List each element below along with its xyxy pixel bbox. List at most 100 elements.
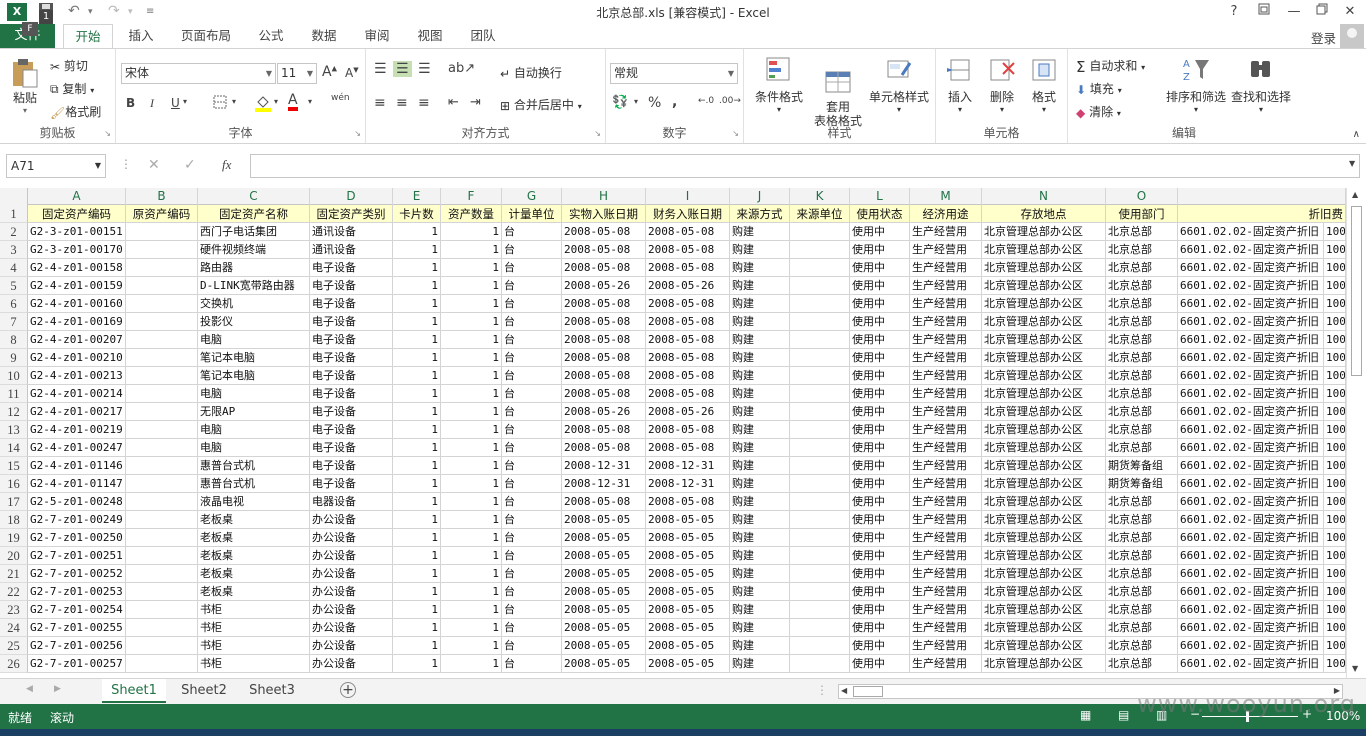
table-cell[interactable]: 生产经营用 [910,349,982,367]
grow-font-icon[interactable]: A▲ [322,64,337,80]
column-title-cell[interactable]: 来源方式 [730,205,790,223]
table-cell[interactable]: 1 [393,493,441,511]
table-cell[interactable]: 电子设备 [310,385,393,403]
table-cell[interactable] [790,259,850,277]
table-cell[interactable]: 1 [441,601,502,619]
table-cell[interactable]: 北京管理总部办公区 [982,367,1106,385]
table-cell[interactable]: 100. [1324,583,1346,601]
table-cell[interactable]: 台 [502,349,562,367]
table-cell[interactable]: 北京管理总部办公区 [982,547,1106,565]
table-cell[interactable]: 6601.02.02-固定资产折旧 [1178,601,1324,619]
table-cell[interactable]: 生产经营用 [910,385,982,403]
row-header-6[interactable]: 6 [0,295,28,313]
table-cell[interactable] [790,583,850,601]
table-cell[interactable] [126,223,198,241]
column-header-K[interactable]: K [790,188,850,205]
table-cell[interactable]: 生产经营用 [910,277,982,295]
table-cell[interactable]: 生产经营用 [910,655,982,673]
table-cell[interactable]: 台 [502,529,562,547]
table-cell[interactable]: 期货筹备组 [1106,475,1178,493]
find-select-button[interactable]: 查找和选择 ▾ [1228,55,1294,114]
orientation-icon[interactable]: ab↗ [448,61,475,76]
table-cell[interactable]: 1 [393,457,441,475]
table-cell[interactable]: 生产经营用 [910,421,982,439]
table-cell[interactable]: 使用中 [850,295,910,313]
table-cell[interactable]: 交换机 [198,295,310,313]
table-cell[interactable] [126,457,198,475]
table-cell[interactable]: 购建 [730,349,790,367]
table-cell[interactable]: 电器设备 [310,493,393,511]
table-cell[interactable]: 台 [502,241,562,259]
table-cell[interactable]: 1 [393,241,441,259]
table-cell[interactable] [126,421,198,439]
table-cell[interactable]: G2-4-z01-00158 [28,259,126,277]
table-cell[interactable]: 1 [441,367,502,385]
column-header-C[interactable]: C [198,188,310,205]
table-cell[interactable]: 老板桌 [198,583,310,601]
table-cell[interactable]: G2-7-z01-00251 [28,547,126,565]
table-cell[interactable]: 办公设备 [310,583,393,601]
table-cell[interactable]: 使用中 [850,565,910,583]
table-cell[interactable]: G2-3-z01-00151 [28,223,126,241]
table-cell[interactable] [790,529,850,547]
table-cell[interactable]: 购建 [730,619,790,637]
table-cell[interactable]: 投影仪 [198,313,310,331]
table-cell[interactable]: 2008-05-05 [646,511,730,529]
table-cell[interactable]: 北京管理总部办公区 [982,313,1106,331]
table-cell[interactable]: 办公设备 [310,565,393,583]
column-header-p[interactable] [1178,188,1346,205]
sign-in-link[interactable]: 登录 [1311,28,1336,47]
table-cell[interactable] [790,565,850,583]
table-cell[interactable]: G2-7-z01-00252 [28,565,126,583]
row-header-16[interactable]: 16 [0,475,28,493]
table-cell[interactable]: 北京总部 [1106,385,1178,403]
column-header-J[interactable]: J [730,188,790,205]
table-cell[interactable]: 笔记本电脑 [198,349,310,367]
table-cell[interactable]: 2008-05-05 [562,565,646,583]
table-cell[interactable]: 2008-05-08 [562,331,646,349]
table-cell[interactable]: 1 [441,421,502,439]
table-cell[interactable]: 2008-05-05 [646,547,730,565]
tab-page-layout[interactable]: 页面布局 [173,24,239,48]
tab-view[interactable]: 视图 [409,24,451,48]
table-cell[interactable]: 北京总部 [1106,619,1178,637]
column-title-cell[interactable]: 卡片数 [393,205,441,223]
table-cell[interactable]: 购建 [730,457,790,475]
table-cell[interactable]: 100. [1324,385,1346,403]
decrease-decimal-icon[interactable]: .00→ [719,96,741,106]
table-cell[interactable]: G2-4-z01-00247 [28,439,126,457]
underline-button[interactable]: U [171,96,180,110]
table-cell[interactable]: 电子设备 [310,259,393,277]
table-cell[interactable]: 100. [1324,439,1346,457]
table-cell[interactable]: G2-4-z01-00219 [28,421,126,439]
table-cell[interactable]: 电子设备 [310,403,393,421]
table-cell[interactable]: G2-7-z01-00249 [28,511,126,529]
table-cell[interactable]: 北京总部 [1106,313,1178,331]
tab-team[interactable]: 团队 [462,24,504,48]
table-cell[interactable]: 1 [441,259,502,277]
table-cell[interactable]: 2008-05-08 [562,367,646,385]
table-cell[interactable]: G2-4-z01-00210 [28,349,126,367]
shrink-font-icon[interactable]: A▼ [345,66,359,80]
avatar[interactable] [1340,24,1364,48]
table-cell[interactable]: 购建 [730,601,790,619]
column-title-cell[interactable]: 使用部门 [1106,205,1178,223]
table-cell[interactable]: 100. [1324,277,1346,295]
table-cell[interactable]: 生产经营用 [910,259,982,277]
table-cell[interactable] [126,493,198,511]
table-cell[interactable]: 1 [393,403,441,421]
table-cell[interactable]: 台 [502,583,562,601]
align-center-icon[interactable]: ≡ [396,95,408,111]
table-cell[interactable]: 1 [441,637,502,655]
table-cell[interactable]: 2008-05-08 [646,223,730,241]
table-cell[interactable]: 1 [393,259,441,277]
table-cell[interactable]: 电子设备 [310,349,393,367]
table-cell[interactable]: 北京管理总部办公区 [982,529,1106,547]
row-header-10[interactable]: 10 [0,367,28,385]
paste-button[interactable]: 粘贴 ▾ [6,57,44,115]
table-cell[interactable]: 1 [441,547,502,565]
table-cell[interactable]: 6601.02.02-固定资产折旧 [1178,529,1324,547]
table-cell[interactable] [790,547,850,565]
table-cell[interactable] [790,439,850,457]
table-cell[interactable]: 1 [441,403,502,421]
